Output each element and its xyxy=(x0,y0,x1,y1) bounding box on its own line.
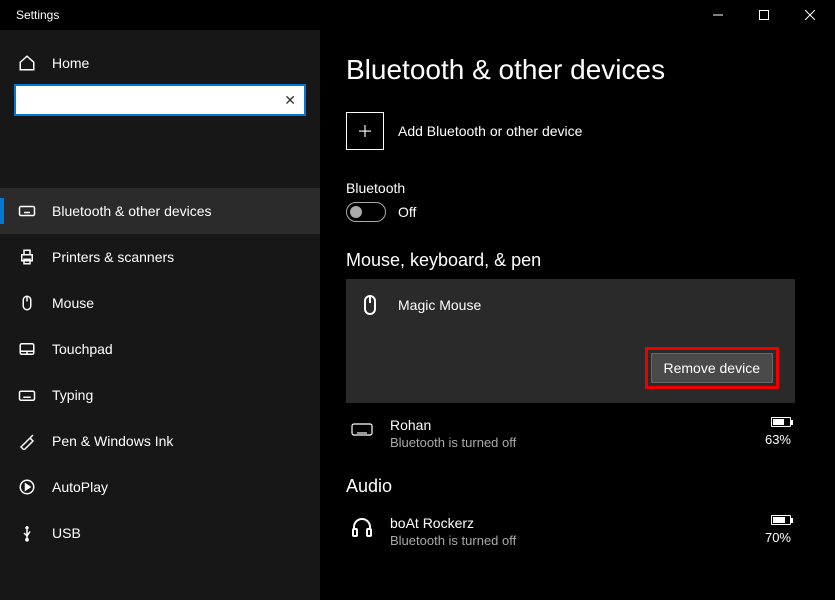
home-label: Home xyxy=(52,55,89,71)
titlebar: Settings xyxy=(0,0,835,30)
section-header-audio: Audio xyxy=(346,476,795,497)
keyboard-icon xyxy=(350,417,374,441)
device-name: Rohan xyxy=(390,417,749,433)
nav-label: Typing xyxy=(52,387,93,403)
window-title: Settings xyxy=(16,8,59,22)
tutorial-highlight: Remove device xyxy=(645,347,780,389)
sidebar-item-usb[interactable]: USB xyxy=(0,510,320,556)
add-device-button[interactable]: Add Bluetooth or other device xyxy=(346,112,795,150)
typing-icon xyxy=(18,386,36,404)
sidebar-item-home[interactable]: Home xyxy=(0,44,320,82)
usb-icon xyxy=(18,524,36,542)
mouse-icon xyxy=(18,294,36,312)
battery-percent: 70% xyxy=(765,530,791,545)
maximize-button[interactable] xyxy=(741,0,787,30)
device-item[interactable]: boAt Rockerz Bluetooth is turned off 70% xyxy=(346,505,795,556)
search-input-wrap[interactable]: ✕ xyxy=(14,84,306,116)
device-banner-placeholder xyxy=(0,136,320,188)
window-controls xyxy=(695,0,833,30)
bluetooth-toggle[interactable] xyxy=(346,202,386,222)
nav-label: Mouse xyxy=(52,295,94,311)
printer-icon xyxy=(18,248,36,266)
nav-label: AutoPlay xyxy=(52,479,108,495)
bluetooth-state: Off xyxy=(398,204,416,220)
clear-icon[interactable]: ✕ xyxy=(284,92,296,109)
section-header-mkp: Mouse, keyboard, & pen xyxy=(346,250,795,271)
add-device-label: Add Bluetooth or other device xyxy=(398,123,582,139)
battery-icon xyxy=(771,515,791,525)
nav-label: Bluetooth & other devices xyxy=(52,203,212,219)
nav-label: Touchpad xyxy=(52,341,113,357)
bluetooth-label: Bluetooth xyxy=(346,180,795,196)
close-button[interactable] xyxy=(787,0,833,30)
device-status: Bluetooth is turned off xyxy=(390,435,749,450)
device-item[interactable]: Rohan Bluetooth is turned off 63% xyxy=(346,407,795,458)
nav-label: USB xyxy=(52,525,81,541)
pen-icon xyxy=(18,432,36,450)
touchpad-icon xyxy=(18,340,36,358)
sidebar-item-autoplay[interactable]: AutoPlay xyxy=(0,464,320,510)
battery-percent: 63% xyxy=(765,432,791,447)
remove-device-button[interactable]: Remove device xyxy=(651,353,774,383)
headphones-icon xyxy=(350,515,374,539)
mouse-icon xyxy=(358,293,382,317)
device-item-selected[interactable]: Magic Mouse Remove device xyxy=(346,279,795,403)
keyboard-icon xyxy=(18,202,36,220)
nav-label: Pen & Windows Ink xyxy=(52,433,173,449)
minimize-button[interactable] xyxy=(695,0,741,30)
battery-icon xyxy=(771,417,791,427)
sidebar-item-pen[interactable]: Pen & Windows Ink xyxy=(0,418,320,464)
sidebar-item-mouse[interactable]: Mouse xyxy=(0,280,320,326)
nav-label: Printers & scanners xyxy=(52,249,174,265)
sidebar-item-bluetooth[interactable]: Bluetooth & other devices xyxy=(0,188,320,234)
page-title: Bluetooth & other devices xyxy=(346,54,795,86)
sidebar-item-touchpad[interactable]: Touchpad xyxy=(0,326,320,372)
content-area: Bluetooth & other devices Add Bluetooth … xyxy=(320,30,835,600)
device-name: Magic Mouse xyxy=(398,297,481,313)
plus-icon xyxy=(346,112,384,150)
home-icon xyxy=(18,54,36,72)
autoplay-icon xyxy=(18,478,36,496)
search-input[interactable] xyxy=(24,93,284,108)
sidebar: Home ✕ Bluetooth & other devices Printer… xyxy=(0,30,320,600)
device-status: Bluetooth is turned off xyxy=(390,533,749,548)
device-name: boAt Rockerz xyxy=(390,515,749,531)
sidebar-item-typing[interactable]: Typing xyxy=(0,372,320,418)
sidebar-item-printers[interactable]: Printers & scanners xyxy=(0,234,320,280)
